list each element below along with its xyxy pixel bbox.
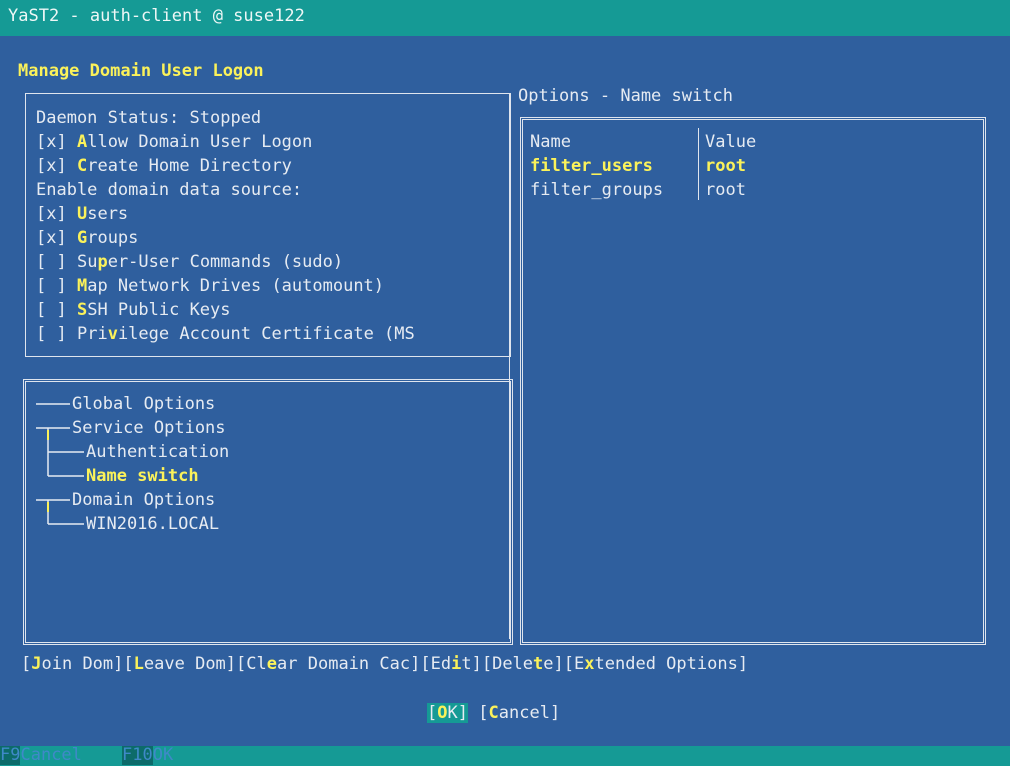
leave-domain-button[interactable]: [Leave Dom]: [123, 654, 236, 674]
tree-item-win2016-local[interactable]: WIN2016.LOCAL: [86, 512, 219, 536]
clear-domain-cache-button[interactable]: [Clear Domain Cac]: [236, 654, 420, 674]
function-key-bar: F9Cancel F10OK: [0, 746, 1010, 766]
column-separator: [698, 128, 699, 200]
action-buttons: [Join Dom][Leave Dom][Clear Domain Cac][…: [21, 652, 748, 676]
f9-cancel-key[interactable]: F9Cancel: [0, 746, 82, 766]
column-header-value: Value: [705, 132, 757, 152]
ok-button[interactable]: [OK]: [427, 703, 468, 723]
dialog-buttons: [OK] [Cancel]: [427, 701, 560, 725]
extended-options-button[interactable]: [Extended Options]: [564, 654, 748, 674]
tree-item-authentication[interactable]: Authentication: [86, 440, 229, 464]
column-header-name: Name: [530, 132, 571, 152]
join-domain-button[interactable]: [Join Dom]: [21, 654, 123, 674]
tree-item-service-options[interactable]: Service Options: [72, 416, 226, 440]
tree-item-name-switch[interactable]: Name switch: [86, 464, 199, 488]
options-outer-frame: [509, 93, 510, 639]
table-row-value[interactable]: root: [705, 154, 746, 178]
table-row-name[interactable]: filter_groups: [530, 178, 663, 202]
cancel-button[interactable]: [Cancel]: [478, 703, 560, 723]
edit-button[interactable]: [Edit]: [420, 654, 481, 674]
table-row-name[interactable]: filter_users: [530, 154, 653, 178]
delete-button[interactable]: [Delete]: [482, 654, 564, 674]
f10-ok-key[interactable]: F10OK: [122, 746, 173, 766]
tree-item-domain-options[interactable]: Domain Options: [72, 488, 215, 512]
table-row-value[interactable]: root: [705, 178, 746, 202]
tree-item-global-options[interactable]: Global Options: [72, 392, 215, 416]
options-title: Options - Name switch: [518, 86, 733, 106]
